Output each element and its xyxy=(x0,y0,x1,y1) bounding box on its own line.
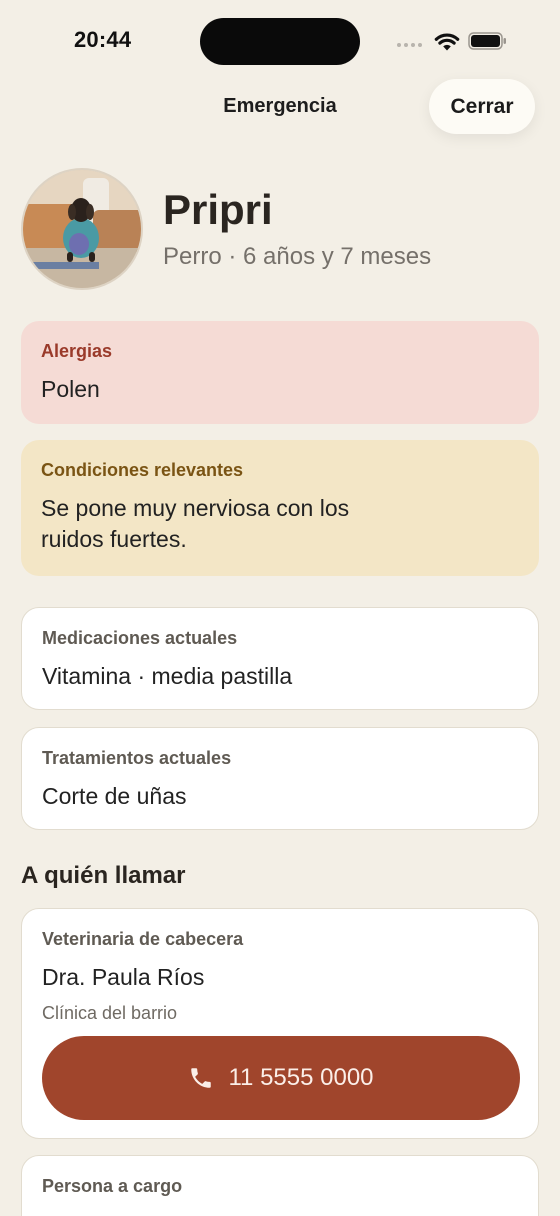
medications-label: Medicaciones actuales xyxy=(42,628,238,648)
medications-card: Medicaciones actuales Vitamina · media p… xyxy=(21,607,539,710)
conditions-value-line: Se pone muy nerviosa con los xyxy=(41,495,350,521)
pet-name: Pripri xyxy=(163,186,273,233)
treatments-card: Tratamientos actuales Corte de uñas xyxy=(21,727,539,830)
battery-icon xyxy=(468,32,506,50)
guardian-label: Persona a cargo xyxy=(42,1176,183,1196)
emergency-screen: 20:44 Emergencia Cerrar Pripri Perro · 6… xyxy=(0,0,560,1216)
vet-contact-card: Veterinaria de cabecera Dra. Paula Ríos … xyxy=(21,908,539,1139)
wifi-icon xyxy=(434,33,460,51)
vet-clinic: Clínica del barrio xyxy=(42,1003,178,1023)
close-button[interactable]: Cerrar xyxy=(429,79,535,134)
call-vet-button[interactable]: 11 5555 0000 xyxy=(42,1036,520,1120)
treatments-label: Tratamientos actuales xyxy=(42,748,232,768)
cellular-signal-icon xyxy=(397,43,422,47)
conditions-card: Condiciones relevantes Se pone muy nervi… xyxy=(21,440,539,576)
dynamic-island xyxy=(200,18,360,65)
vet-phone-number: 11 5555 0000 xyxy=(228,1064,374,1091)
phone-icon xyxy=(191,1068,212,1088)
guardian-contact-card: Persona a cargo xyxy=(21,1155,539,1216)
allergies-value: Polen xyxy=(41,376,100,402)
allergies-label: Alergias xyxy=(41,341,113,361)
medications-value: Vitamina · media pastilla xyxy=(42,663,293,689)
vet-label: Veterinaria de cabecera xyxy=(42,929,244,949)
pet-avatar xyxy=(21,168,143,290)
allergies-card: Alergias Polen xyxy=(21,321,539,424)
conditions-value-line: ruidos fuertes. xyxy=(41,526,187,552)
pet-species-age: Perro · 6 años y 7 meses xyxy=(163,243,432,270)
conditions-label: Condiciones relevantes xyxy=(41,460,244,480)
conditions-value: Se pone muy nerviosa con los ruidos fuer… xyxy=(41,493,519,555)
treatments-value: Corte de uñas xyxy=(42,783,187,809)
contacts-section-title: A quién llamar xyxy=(21,862,186,889)
pet-photo xyxy=(23,170,141,288)
status-time: 20:44 xyxy=(74,27,132,52)
vet-name: Dra. Paula Ríos xyxy=(42,964,205,990)
